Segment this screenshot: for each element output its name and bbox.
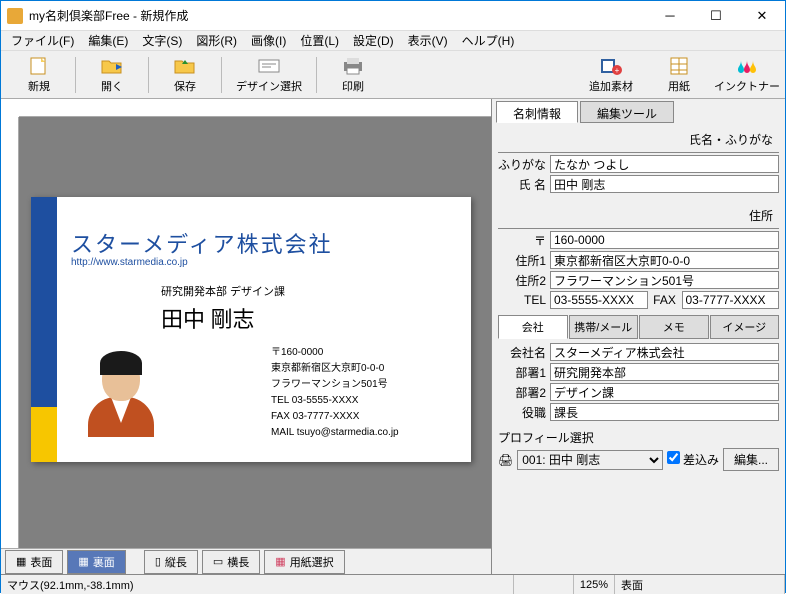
- new-icon: [27, 56, 51, 76]
- card-yellow-stripe: [31, 407, 57, 462]
- label-fax: FAX: [652, 293, 678, 307]
- open-icon: [100, 56, 124, 76]
- card-address-block[interactable]: 〒160-0000 東京都新宿区大京町0-0-0 フラワーマンション501号 T…: [271, 345, 399, 441]
- svg-text:+: +: [615, 66, 620, 75]
- ink-icon: [735, 56, 759, 76]
- ruler-horizontal: [19, 99, 491, 117]
- open-button[interactable]: 開く: [78, 53, 146, 97]
- input-postal[interactable]: [550, 231, 779, 249]
- add-icon: +: [599, 56, 623, 76]
- menu-settings[interactable]: 設定(D): [347, 30, 400, 51]
- input-dept2[interactable]: [550, 383, 779, 401]
- input-addr2[interactable]: [550, 271, 779, 289]
- subtab-memo[interactable]: メモ: [639, 315, 709, 339]
- design-icon: [257, 56, 281, 76]
- subtab-company[interactable]: 会社: [498, 315, 568, 339]
- label-postal: 〒: [498, 232, 546, 249]
- profile-label: プロフィール選択: [498, 429, 779, 446]
- menu-position[interactable]: 位置(L): [294, 30, 345, 51]
- menu-shape[interactable]: 図形(R): [190, 30, 243, 51]
- new-button[interactable]: 新規: [5, 53, 73, 97]
- label-dept1: 部署1: [498, 364, 546, 381]
- menu-edit[interactable]: 編集(E): [82, 30, 134, 51]
- menu-help[interactable]: ヘルプ(H): [456, 30, 521, 51]
- profile-edit-button[interactable]: 編集...: [723, 448, 779, 471]
- label-role: 役職: [498, 404, 546, 421]
- label-tel: TEL: [498, 293, 546, 307]
- menu-view[interactable]: 表示(V): [402, 30, 454, 51]
- design-button[interactable]: デザイン選択: [224, 53, 314, 97]
- subtab-mobile[interactable]: 携帯/メール: [569, 315, 639, 339]
- label-dept2: 部署2: [498, 384, 546, 401]
- status-side: 表面: [615, 575, 785, 594]
- window-title: my名刺倶楽部Free - 新規作成: [29, 7, 647, 24]
- menu-image[interactable]: 画像(I): [245, 30, 292, 51]
- input-furigana[interactable]: [550, 155, 779, 173]
- print-button[interactable]: 印刷: [319, 53, 387, 97]
- status-bar: マウス(92.1mm,-38.1mm) 125% 表面: [1, 574, 785, 594]
- card-url[interactable]: http://www.starmedia.co.jp: [71, 257, 188, 268]
- input-role[interactable]: [550, 403, 779, 421]
- label-name: 氏 名: [498, 176, 546, 193]
- save-icon: [173, 56, 197, 76]
- save-button[interactable]: 保存: [151, 53, 219, 97]
- card-photo[interactable]: [86, 347, 156, 437]
- status-mouse: マウス(92.1mm,-38.1mm): [1, 575, 514, 594]
- canvas[interactable]: スターメディア株式会社 http://www.starmedia.co.jp 研…: [19, 117, 491, 548]
- profile-select[interactable]: 001: 田中 剛志: [517, 450, 662, 470]
- card-blue-stripe: [31, 197, 57, 407]
- printer-icon: 🖨: [498, 453, 513, 467]
- ruler-vertical: [1, 117, 19, 548]
- status-zoom: 125%: [574, 575, 615, 594]
- business-card[interactable]: スターメディア株式会社 http://www.starmedia.co.jp 研…: [31, 197, 471, 462]
- print-icon: [341, 56, 365, 76]
- paper-icon: [667, 56, 691, 76]
- minimize-button[interactable]: ─: [647, 1, 693, 31]
- tab-card-info[interactable]: 名刺情報: [496, 101, 578, 123]
- merge-checkbox[interactable]: 差込み: [667, 451, 719, 468]
- toolbar: 新規 開く 保存 デザイン選択 印刷 + 追加素材 用紙 インクトナー: [1, 51, 785, 99]
- input-tel[interactable]: [550, 291, 648, 309]
- paper-button[interactable]: 用紙: [645, 53, 713, 97]
- label-furigana: ふりがな: [498, 156, 546, 173]
- orient-vert-button[interactable]: ▯縦長: [144, 550, 198, 574]
- input-addr1[interactable]: [550, 251, 779, 269]
- input-company[interactable]: [550, 343, 779, 361]
- orient-horiz-button[interactable]: ▭横長: [202, 550, 260, 574]
- side-back-button[interactable]: ▦裏面: [67, 550, 125, 574]
- side-front-button[interactable]: ▦表面: [5, 550, 63, 574]
- card-company[interactable]: スターメディア株式会社: [71, 227, 333, 259]
- paper-select-button[interactable]: ▦用紙選択: [264, 550, 344, 574]
- subtab-image[interactable]: イメージ: [710, 315, 780, 339]
- app-icon: [7, 8, 23, 24]
- ink-button[interactable]: インクトナー: [713, 53, 781, 97]
- close-button[interactable]: ✕: [739, 1, 785, 31]
- card-name[interactable]: 田中 剛志: [161, 302, 255, 334]
- menu-bar: ファイル(F) 編集(E) 文字(S) 図形(R) 画像(I) 位置(L) 設定…: [1, 31, 785, 51]
- section-name: 氏名・ふりがな: [498, 127, 779, 153]
- tab-edit-tools[interactable]: 編集ツール: [580, 101, 674, 123]
- input-dept1[interactable]: [550, 363, 779, 381]
- input-name[interactable]: [550, 175, 779, 193]
- input-fax[interactable]: [682, 291, 780, 309]
- add-material-button[interactable]: + 追加素材: [577, 53, 645, 97]
- label-company: 会社名: [498, 344, 546, 361]
- label-addr2: 住所2: [498, 272, 546, 289]
- section-addr: 住所: [498, 203, 779, 229]
- menu-file[interactable]: ファイル(F): [5, 30, 80, 51]
- menu-text[interactable]: 文字(S): [136, 30, 188, 51]
- label-addr1: 住所1: [498, 252, 546, 269]
- card-dept[interactable]: 研究開発本部 デザイン課: [161, 283, 285, 299]
- maximize-button[interactable]: ☐: [693, 1, 739, 31]
